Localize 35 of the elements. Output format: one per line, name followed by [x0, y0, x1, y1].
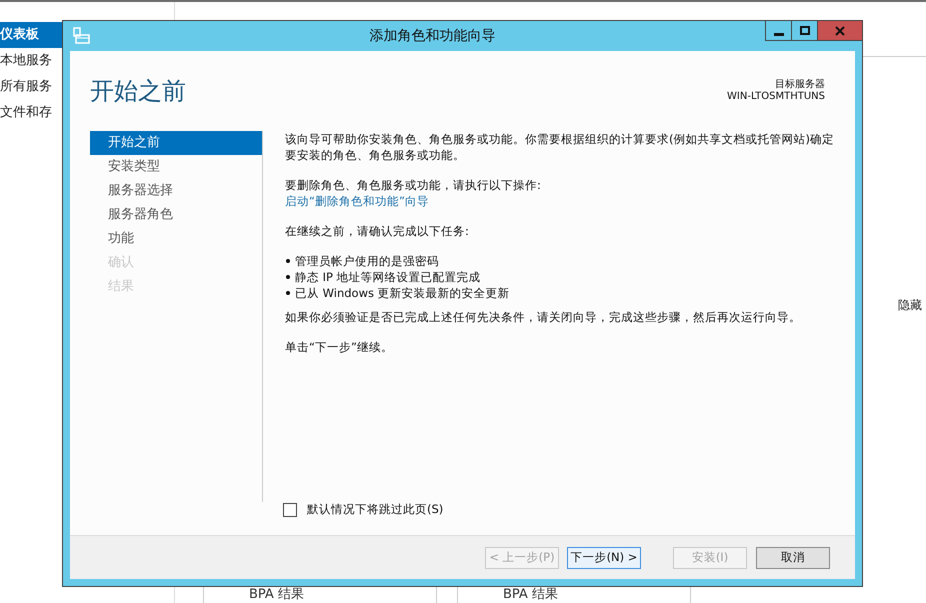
wizard-step[interactable]: 服务器角色: [90, 203, 262, 227]
wizard-step[interactable]: 安装类型: [90, 155, 262, 179]
wizard-step[interactable]: 开始之前: [90, 131, 262, 155]
server-icon: [73, 27, 91, 45]
bullet-icon: [286, 259, 290, 263]
nav-item[interactable]: 所有服务: [0, 74, 62, 100]
task-item: 静态 IP 地址等网络设置已配置完成: [295, 269, 481, 285]
wizard-button[interactable]: 下一步(N) >: [567, 546, 641, 568]
close-button[interactable]: [817, 20, 863, 41]
page-heading: 开始之前: [90, 76, 186, 107]
nav-item[interactable]: 本地服务: [0, 48, 62, 74]
nav-item[interactable]: 文件和存: [0, 100, 62, 126]
bullet-icon: [286, 275, 290, 279]
target-server-label: 目标服务器: [775, 78, 825, 91]
window-title: 添加角色和功能向导: [368, 27, 496, 45]
wizard-step[interactable]: 功能: [90, 227, 262, 251]
checkbox[interactable]: [283, 502, 297, 516]
tasks-heading: 在继续之前，请确认完成以下任务:: [285, 223, 470, 239]
checkbox-label[interactable]: 默认情况下将跳过此页(S): [307, 502, 444, 517]
minimize-icon: [774, 32, 784, 36]
verify-text: 如果你必须验证是否已完成上述任何先决条件，请关闭向导，完成这些步骤，然后再次运行向导。: [285, 309, 802, 325]
target-server-name: WIN-LTOSMTHTUNS: [727, 91, 825, 102]
intro-text: 该向导可帮助你安装角色、角色服务或功能。你需要根据组织的计算要求(例如共享文档或托管网站)确定要安装的角色、角色服务或功能。: [285, 131, 835, 163]
remove-wizard-link[interactable]: 启动“删除角色和功能”向导: [285, 193, 429, 209]
close-icon: [835, 26, 845, 36]
wizard-button[interactable]: 取消: [756, 546, 830, 568]
maximize-icon: [800, 26, 810, 36]
minimize-button[interactable]: [765, 20, 792, 41]
hide-link[interactable]: 隐藏: [898, 297, 922, 314]
task-item: 已从 Windows 更新安装最新的安全更新: [295, 285, 510, 301]
continue-text: 单击“下一步”继续。: [285, 339, 394, 355]
bullet-icon: [286, 291, 290, 295]
task-item: 管理员帐户使用的是强密码: [295, 253, 439, 269]
remove-text: 要删除角色、角色服务或功能，请执行以下操作:: [285, 177, 542, 193]
wizard-step[interactable]: 服务器选择: [90, 179, 262, 203]
